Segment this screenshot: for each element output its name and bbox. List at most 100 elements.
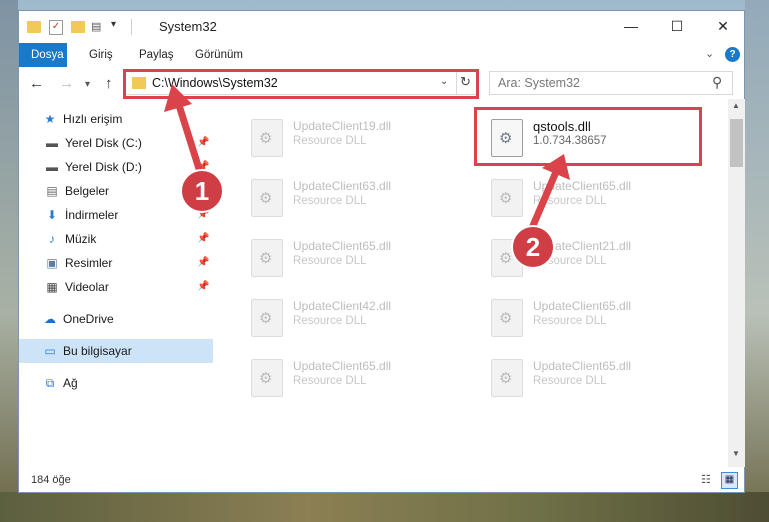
file-name: UpdateClient65.dll [293,359,392,373]
minimize-button[interactable]: — [608,11,654,41]
dll-file-icon [251,299,283,337]
search-icon[interactable]: ⚲ [712,74,722,91]
dll-file-icon [251,179,283,217]
vertical-scrollbar[interactable]: ▲ ▼ [728,99,745,467]
file-item[interactable]: UpdateClient65.dll Resource DLL [481,355,701,407]
scroll-down-arrow-icon[interactable]: ▼ [732,449,740,458]
sidebar-item-label: Müzik [65,232,97,246]
sidebar-item-label: Hızlı erişim [63,112,123,126]
file-name: UpdateClient65.dll [533,299,632,313]
annotation-badge-2: 2 [511,225,555,269]
sidebar-item-label: Yerel Disk (C:) [65,136,142,150]
file-name: UpdateClient19.dll [293,119,392,133]
sidebar-item-onedrive[interactable]: ☁ OneDrive [19,307,213,331]
file-description: Resource DLL [293,315,367,327]
file-name: UpdateClient65.dll [293,239,392,253]
file-name: UpdateClient65.dll [533,179,632,193]
folder-icon [27,21,41,33]
file-item[interactable]: UpdateClient42.dll Resource DLL [241,295,461,347]
dll-file-icon [251,359,283,397]
file-description: Resource DLL [293,135,367,147]
dll-file-icon [251,239,283,277]
tab-file[interactable]: Dosya [19,43,67,67]
expand-ribbon-chevron-icon[interactable]: ⌄ [705,47,714,60]
cloud-icon: ☁ [44,312,56,326]
new-folder-icon[interactable] [71,21,85,33]
file-item[interactable]: UpdateClient63.dll Resource DLL [241,175,461,227]
sidebar-item-network[interactable]: ⧉ Ağ [19,371,213,395]
sidebar-item-label: İndirmeler [65,208,119,222]
dll-file-icon [491,179,523,217]
desktop-wallpaper-left [0,0,18,522]
file-name: UpdateClient65.dll [533,359,632,373]
scroll-up-arrow-icon[interactable]: ▲ [732,101,740,110]
customize-quick-access-chevron-icon[interactable]: ▾ [111,19,125,35]
item-count: 184 öğe [31,474,71,486]
up-arrow-icon[interactable]: ↑ [105,75,113,92]
properties-quick-access-icon[interactable]: ✓ [49,20,63,35]
close-button[interactable]: ✕ [700,11,746,41]
desktop-wallpaper-bottom [0,492,769,522]
pin-icon: 📌 [197,233,210,244]
annotation-box-address [123,69,479,99]
file-item[interactable]: UpdateClient65.dll Resource DLL [481,175,701,227]
file-description: Resource DLL [293,375,367,387]
search-placeholder: Ara: System32 [498,76,580,90]
tab-home[interactable]: Giriş [79,43,123,67]
dll-file-icon [491,299,523,337]
annotation-badge-1: 1 [180,169,224,213]
pin-icon: 📌 [197,281,210,292]
search-input[interactable]: Ara: System32 ⚲ [489,71,733,95]
recent-locations-chevron-icon[interactable]: ▾ [85,79,90,90]
sidebar-item-label: Resimler [65,256,113,270]
sidebar-item-label: Ağ [63,376,78,390]
large-icons-view-icon[interactable]: ▦ [721,472,738,489]
pictures-icon: ▣ [46,256,58,270]
navigation-pane: ★ Hızlı erişim ▬ Yerel Disk (C:) 📌 ▬ Yer… [19,107,213,467]
sidebar-item-videos[interactable]: ▦ Videolar 📌 [19,275,213,299]
sidebar-item-pictures[interactable]: ▣ Resimler 📌 [19,251,213,275]
scrollbar-thumb[interactable] [730,119,743,167]
tab-share[interactable]: Paylaş [129,43,184,67]
computer-icon: ▭ [44,344,56,358]
sidebar-item-local-disk-c[interactable]: ▬ Yerel Disk (C:) 📌 [19,131,213,155]
window-title: System32 [159,19,217,34]
file-item[interactable]: UpdateClient65.dll Resource DLL [481,295,701,347]
file-description: Resource DLL [533,315,607,327]
sidebar-item-label: Bu bilgisayar [63,344,132,358]
file-description: Resource DLL [533,195,607,207]
network-icon: ⧉ [45,376,55,390]
pin-icon: 📌 [197,137,210,148]
sidebar-item-label: OneDrive [63,312,114,326]
help-icon[interactable]: ? [725,47,740,62]
music-icon: ♪ [49,232,55,246]
title-bar: ✓ ▤ ▾ System32 — ☐ ✕ [19,11,744,43]
downloads-icon: ⬇ [46,208,58,222]
star-icon: ★ [44,112,56,126]
dll-file-icon [491,359,523,397]
sidebar-item-label: Videolar [65,280,109,294]
documents-icon: ▤ [46,184,58,198]
pin-icon: 📌 [197,257,210,268]
forward-arrow-icon[interactable]: → [59,75,74,92]
sidebar-item-this-pc[interactable]: ▭ Bu bilgisayar [19,339,213,363]
sidebar-item-music[interactable]: ♪ Müzik 📌 [19,227,213,251]
maximize-button[interactable]: ☐ [654,11,700,41]
back-arrow-icon[interactable]: ← [29,75,44,92]
file-item[interactable]: UpdateClient19.dll Resource DLL [241,115,461,167]
videos-icon: ▦ [46,280,58,294]
file-description: Resource DLL [293,255,367,267]
details-view-icon[interactable]: ☷ [701,473,715,486]
file-name: UpdateClient42.dll [293,299,392,313]
drive-icon: ▬ [46,160,58,174]
ribbon-tabs: Dosya Giriş Paylaş Görünüm ⌄ ? [19,43,744,67]
sidebar-item-label: Yerel Disk (D:) [65,160,142,174]
file-description: Resource DLL [293,195,367,207]
tab-view[interactable]: Görünüm [185,43,253,67]
file-item[interactable]: UpdateClient65.dll Resource DLL [241,235,461,287]
sidebar-item-downloads[interactable]: ⬇ İndirmeler 📌 [19,203,213,227]
view-quick-access-icon[interactable]: ▤ [91,21,103,33]
sidebar-item-quick-access[interactable]: ★ Hızlı erişim [19,107,213,131]
file-item[interactable]: UpdateClient65.dll Resource DLL [241,355,461,407]
sidebar-item-local-disk-d[interactable]: ▬ Yerel Disk (D:) 📌 [19,155,213,179]
